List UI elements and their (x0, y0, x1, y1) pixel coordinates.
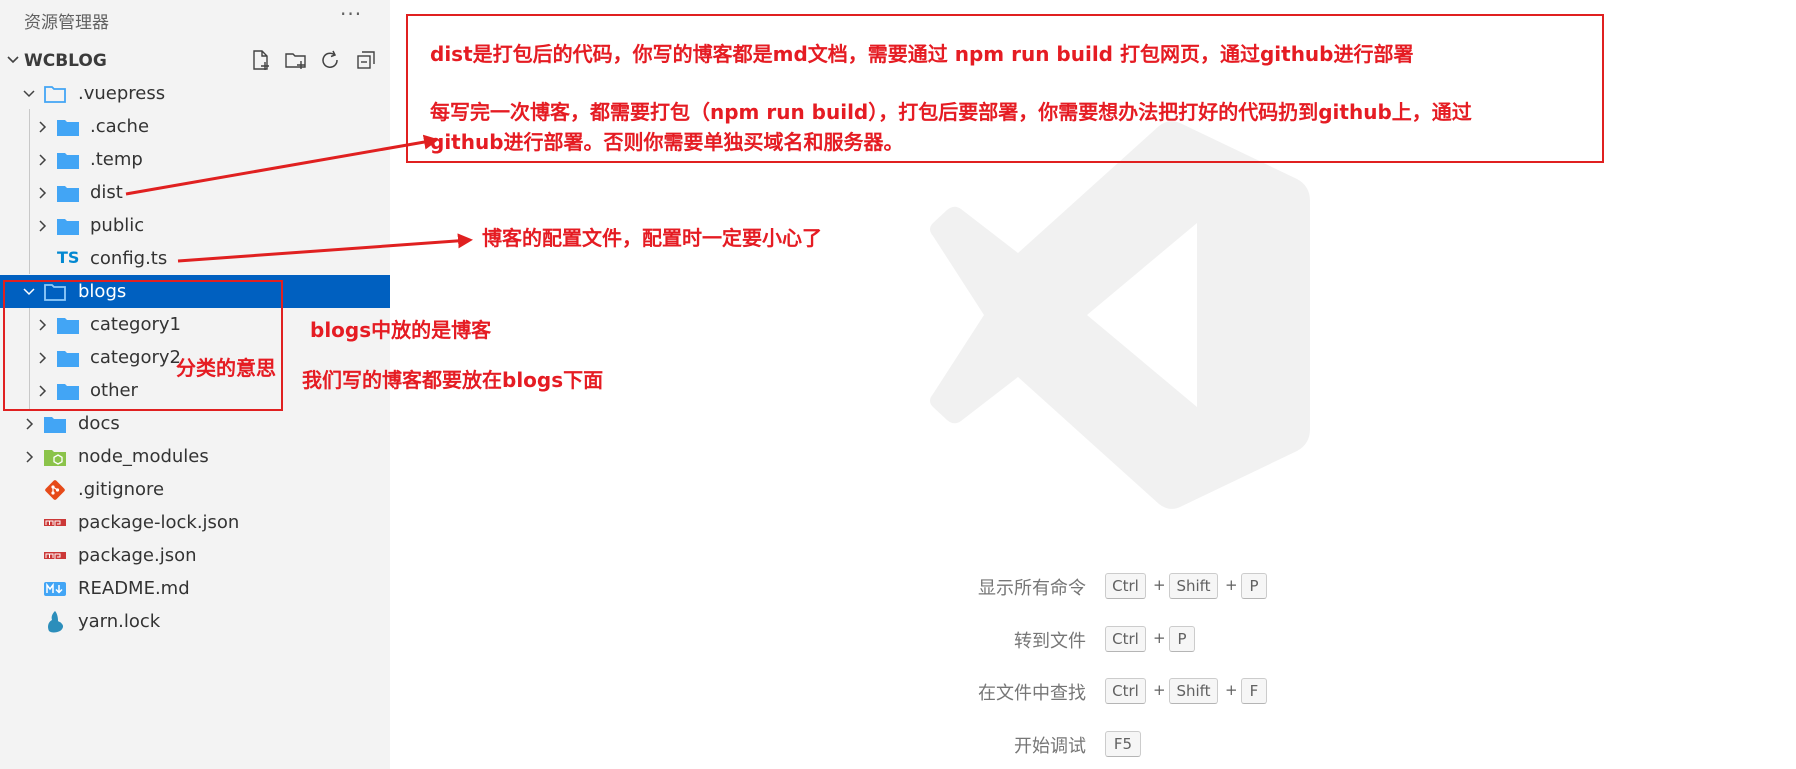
tree-item-cache[interactable]: .cache (0, 110, 390, 143)
key-cap: Ctrl (1105, 626, 1146, 652)
chevron-right-icon (39, 121, 47, 133)
explorer-header: 资源管理器 ··· (0, 0, 390, 38)
hint-start-debugging: 开始调试 (900, 730, 1086, 760)
chevron-right-icon (39, 220, 47, 232)
key-cap: P (1241, 573, 1267, 599)
collapse-all-icon[interactable] (353, 48, 379, 72)
annotation-text: dist是打包后的代码，你写的博客都是md文档，需要通过 npm run bui… (430, 42, 1414, 66)
workspace-name: WCBLOG (24, 51, 107, 71)
tree-item-label: README.md (78, 578, 190, 599)
tree-item-label: config.ts (90, 248, 168, 269)
key-cap: P (1169, 626, 1195, 652)
annotation-text: blogs中放的是博客 (310, 318, 492, 342)
tree-item-gitignore[interactable]: .gitignore (0, 473, 390, 506)
annotation-highlight-box (3, 280, 283, 411)
tree-item-package-lock-json[interactable]: package-lock.json (0, 506, 390, 539)
key-cap: Ctrl (1105, 678, 1146, 704)
hint-go-to-file: 转到文件 (900, 625, 1086, 655)
tree-item-vuepress[interactable]: .vuepress (0, 77, 390, 110)
chevron-down-icon (23, 90, 35, 98)
chevron-right-icon (26, 418, 34, 430)
tree-item-label: .vuepress (78, 83, 166, 104)
tree-item-label: yarn.lock (78, 611, 161, 632)
hint-label: 转到文件 (1014, 631, 1086, 652)
new-file-icon[interactable] (248, 48, 274, 72)
refresh-icon[interactable] (318, 48, 344, 72)
tree-item-readme-md[interactable]: README.md (0, 572, 390, 605)
hint-find-in-files: 在文件中查找 (900, 677, 1086, 707)
annotation-text: 每写完一次博客，都需要打包（npm run build），打包后要部署，你需要想… (430, 100, 1472, 124)
tree-item-label: .temp (90, 149, 143, 170)
npm-file-icon (44, 519, 66, 526)
folder-icon (57, 120, 79, 136)
tree-item-package-json[interactable]: package.json (0, 539, 390, 572)
key-cap: Ctrl (1105, 573, 1146, 599)
chevron-right-icon (39, 154, 47, 166)
key-plus: + (1153, 576, 1166, 594)
tree-item-label: node_modules (78, 446, 209, 467)
folder-icon (57, 219, 79, 235)
hint-label: 显示所有命令 (978, 578, 1086, 599)
key-cap: F (1241, 678, 1267, 704)
annotation-text: github进行部署。否则你需要单独买域名和服务器。 (430, 130, 904, 154)
explorer-title: 资源管理器 (24, 13, 109, 33)
git-file-icon (45, 480, 65, 500)
hint-keybinding: Ctrl + Shift + P (1105, 573, 1275, 603)
new-folder-icon[interactable] (283, 48, 309, 72)
tree-item-docs[interactable]: docs (0, 407, 390, 440)
folder-icon (57, 186, 79, 202)
key-cap: Shift (1169, 678, 1218, 704)
markdown-file-icon (44, 582, 66, 596)
yarn-file-icon (48, 611, 64, 633)
tree-item-yarn-lock[interactable]: yarn.lock (0, 605, 390, 638)
hint-show-all-commands: 显示所有命令 (900, 572, 1086, 602)
tree-item-dist[interactable]: dist (0, 176, 390, 209)
annotation-text: 博客的配置文件，配置时一定要小心了 (482, 226, 822, 250)
hint-label: 在文件中查找 (978, 683, 1086, 704)
node-folder-icon (44, 450, 66, 466)
key-cap: F5 (1105, 731, 1141, 757)
annotation-text: 我们写的博客都要放在blogs下面 (302, 368, 604, 392)
key-plus: + (1225, 681, 1238, 699)
folder-icon (44, 417, 66, 433)
tree-item-label: package.json (78, 545, 197, 566)
tree-item-label: package-lock.json (78, 512, 240, 533)
hint-keybinding: Ctrl + Shift + F (1105, 678, 1275, 708)
key-plus: + (1153, 629, 1166, 647)
tree-item-node-modules[interactable]: node_modules (0, 440, 390, 473)
tree-item-label: docs (78, 413, 120, 434)
tree-item-label: .cache (90, 116, 150, 137)
chevron-right-icon (39, 187, 47, 199)
tree-item-label: public (90, 215, 145, 236)
workspace-header[interactable]: WCBLOG (0, 44, 390, 76)
chevron-right-icon (26, 451, 34, 463)
hint-label: 开始调试 (1014, 736, 1086, 757)
tree-item-label: dist (90, 182, 123, 203)
typescript-file-icon: TS (57, 248, 80, 267)
key-cap: Shift (1169, 573, 1218, 599)
folder-outline-icon (44, 86, 66, 103)
folder-icon (57, 153, 79, 169)
npm-file-icon (44, 552, 66, 559)
hint-keybinding: Ctrl + P (1105, 626, 1205, 656)
hint-keybinding: F5 (1105, 731, 1145, 761)
chevron-down-icon (7, 56, 19, 64)
key-plus: + (1153, 681, 1166, 699)
tree-item-temp[interactable]: .temp (0, 143, 390, 176)
tree-item-public[interactable]: public (0, 209, 390, 242)
tree-item-label: .gitignore (78, 479, 165, 500)
tree-item-config-ts[interactable]: TS config.ts (0, 242, 390, 275)
key-plus: + (1225, 576, 1238, 594)
vscode-logo-icon (930, 121, 1310, 509)
more-actions-icon[interactable]: ··· (340, 2, 362, 26)
